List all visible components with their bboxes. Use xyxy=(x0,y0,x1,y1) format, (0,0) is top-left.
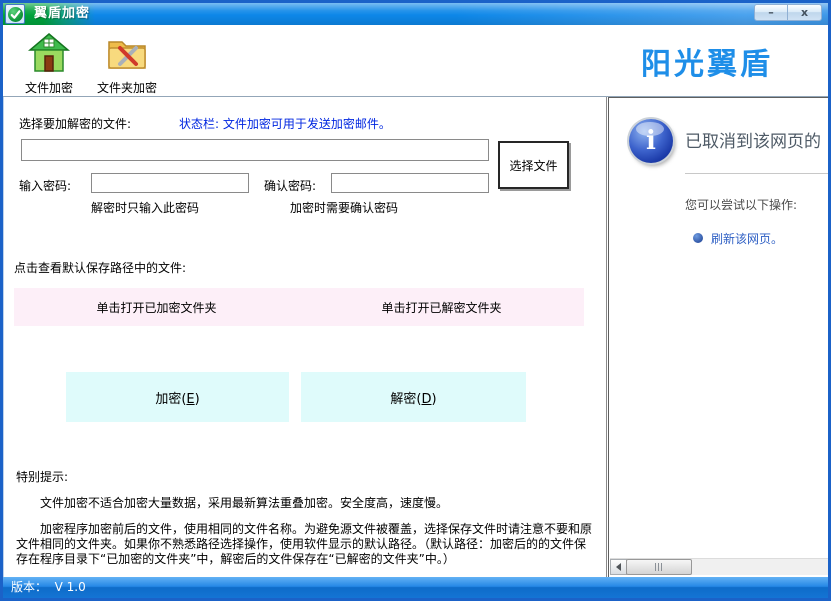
toolbar-file-encrypt-label: 文件加密 xyxy=(13,79,85,96)
bullet-icon xyxy=(693,233,703,243)
info-icon: i xyxy=(629,119,673,163)
brand-logo: 阳光翼盾 xyxy=(641,39,821,83)
encrypt-hotkey: E xyxy=(186,392,194,407)
horizontal-scrollbar[interactable] xyxy=(610,558,828,575)
green-check-ball-icon xyxy=(8,7,23,22)
scrollbar-grip-icon xyxy=(655,563,664,571)
confirm-hint: 加密时需要确认密码 xyxy=(290,199,398,216)
password-input[interactable] xyxy=(91,173,249,193)
refresh-page-link[interactable]: 刷新该网页。 xyxy=(711,230,783,247)
folder-tools-icon xyxy=(106,33,148,73)
error-divider xyxy=(685,173,828,174)
choose-file-button[interactable]: 选择文件 xyxy=(498,141,569,189)
default-path-caption: 点击查看默认保存路径中的文件: xyxy=(14,259,186,276)
content-area: 选择要加解密的文件: 状态栏: 文件加密可用于发送加密邮件。 选择文件 输入密码… xyxy=(3,97,828,577)
decrypt-hotkey: D xyxy=(421,392,431,407)
decrypt-button-text: 解密( xyxy=(390,392,421,407)
toolbar: 文件加密 文件夹加密 阳光翼盾 xyxy=(3,25,828,97)
toolbar-folder-encrypt[interactable]: 文件夹加密 xyxy=(91,33,163,96)
status-note: 状态栏: 文件加密可用于发送加密邮件。 xyxy=(179,115,391,132)
encrypt-button[interactable]: 加密(E) xyxy=(66,372,289,422)
open-encrypted-folder-link[interactable]: 单击打开已加密文件夹 xyxy=(14,288,299,326)
toolbar-file-encrypt[interactable]: 文件加密 xyxy=(13,33,85,96)
tips-paragraph-1: 文件加密不适合加密大量数据，采用最新算法重叠加密。安全度高，速度慢。 xyxy=(16,496,592,511)
toolbar-folder-encrypt-label: 文件夹加密 xyxy=(91,79,163,96)
tips-block: 特别提示: 文件加密不适合加密大量数据，采用最新算法重叠加密。安全度高，速度慢。… xyxy=(16,470,592,567)
tips-title: 特别提示: xyxy=(16,470,592,485)
encrypt-button-text-close: ) xyxy=(195,392,200,407)
confirm-label: 确认密码: xyxy=(264,177,316,194)
encrypt-button-text: 加密( xyxy=(155,392,186,407)
main-panel: 选择要加解密的文件: 状态栏: 文件加密可用于发送加密邮件。 选择文件 输入密码… xyxy=(3,97,607,577)
version-label: 版本： V 1.0 xyxy=(11,580,86,594)
file-select-label: 选择要加解密的文件: xyxy=(19,115,131,132)
app-check-icon[interactable] xyxy=(5,4,25,24)
browser-panel: i 已取消到该网页的 您可以尝试以下操作: 刷新该网页。 xyxy=(608,97,828,577)
window-title: 翼盾加密 xyxy=(34,3,90,25)
statusbar: 版本： V 1.0 xyxy=(3,577,828,598)
confirm-password-input[interactable] xyxy=(331,173,489,193)
file-path-input[interactable] xyxy=(21,139,489,161)
password-hint: 解密时只输入此密码 xyxy=(91,199,199,216)
error-heading: 已取消到该网页的 xyxy=(685,127,821,152)
scrollbar-thumb[interactable] xyxy=(626,559,692,575)
folder-links-bar: 单击打开已加密文件夹 单击打开已解密文件夹 xyxy=(14,288,584,326)
close-button[interactable]: x xyxy=(788,4,822,21)
house-icon xyxy=(28,33,70,73)
titlebar: 翼盾加密 – x xyxy=(3,3,828,25)
error-suggestion-intro: 您可以尝试以下操作: xyxy=(685,196,797,213)
tips-paragraph-2: 加密程序加密前后的文件，使用相同的文件名称。为避免源文件被覆盖，选择保存文件时请… xyxy=(16,522,592,567)
minimize-button[interactable]: – xyxy=(754,4,788,21)
scroll-left-arrow-icon[interactable] xyxy=(610,559,627,575)
window-controls: – x xyxy=(754,4,822,21)
decrypt-button[interactable]: 解密(D) xyxy=(301,372,526,422)
app-window: 翼盾加密 – x 文件加密 xyxy=(0,0,831,601)
open-decrypted-folder-link[interactable]: 单击打开已解密文件夹 xyxy=(299,288,584,326)
password-label: 输入密码: xyxy=(19,177,71,194)
decrypt-button-text-close: ) xyxy=(432,392,437,407)
